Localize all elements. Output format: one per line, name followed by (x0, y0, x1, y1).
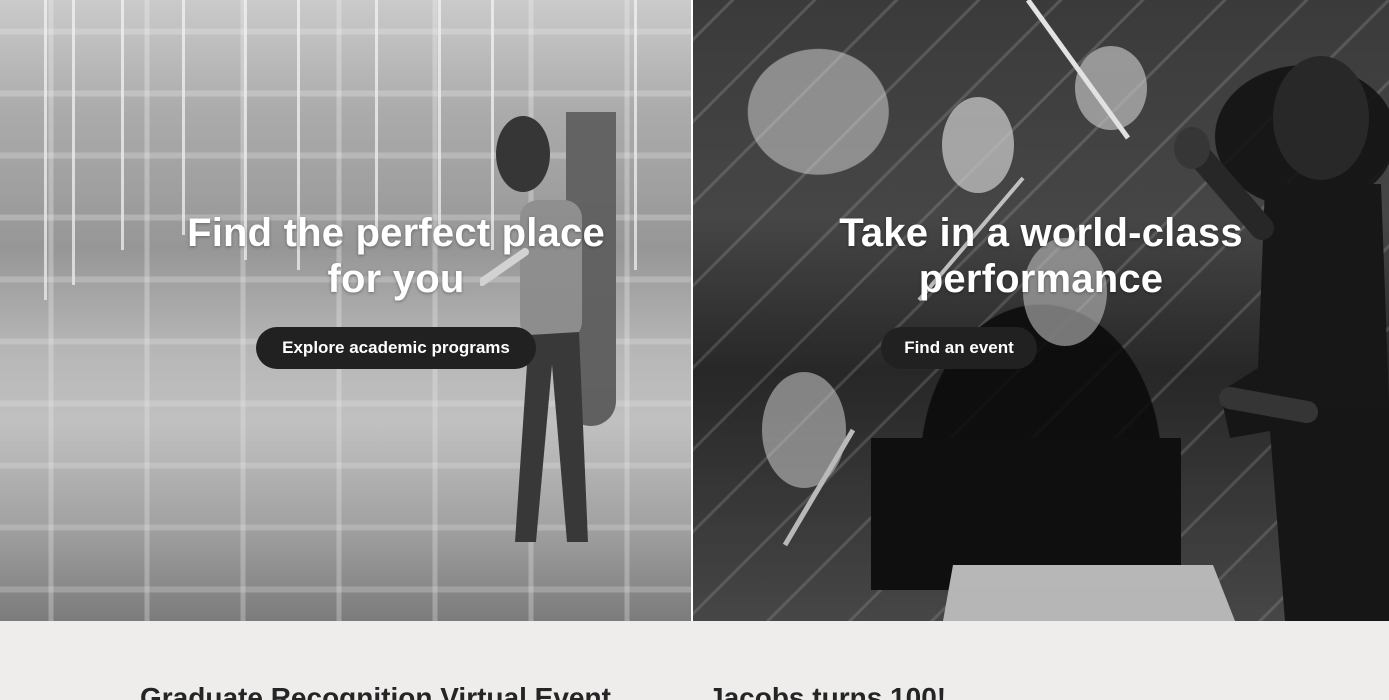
academic-hero-content: Find the perfect place for you Explore a… (0, 210, 691, 369)
hero-section: Find the perfect place for you Explore a… (0, 0, 1389, 621)
explore-academic-programs-button[interactable]: Explore academic programs (256, 327, 536, 369)
jacobs-turns-100-title[interactable]: Jacobs turns 100! (708, 682, 946, 700)
performance-hero-heading: Take in a world-class performance (839, 211, 1243, 301)
news-section: Graduate Recognition Virtual Event Jacob… (0, 621, 1389, 700)
fountain-student-photo (0, 0, 691, 621)
graduate-recognition-title[interactable]: Graduate Recognition Virtual Event (140, 682, 611, 700)
orchestra-conductor-photo (693, 0, 1389, 621)
hero-panel-academic: Find the perfect place for you Explore a… (0, 0, 691, 621)
conductor-icon (1174, 56, 1389, 621)
find-an-event-button[interactable]: Find an event (881, 327, 1037, 369)
hero-panel-performance: Take in a world-class performance Find a… (693, 0, 1389, 621)
academic-hero-heading: Find the perfect place for you (187, 211, 605, 301)
performance-hero-content: Take in a world-class performance Find a… (693, 210, 1389, 369)
